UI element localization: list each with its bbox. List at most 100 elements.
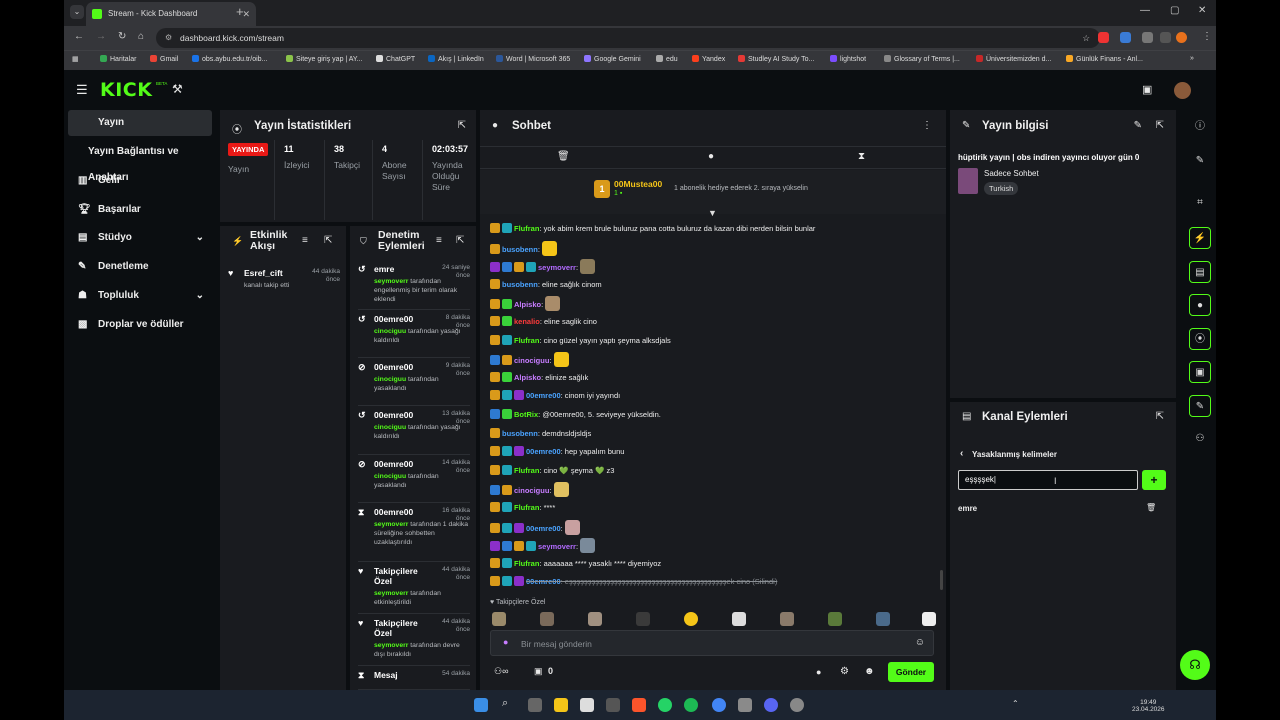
spotify-icon[interactable]: [684, 698, 698, 712]
chrome-icon[interactable]: [712, 698, 726, 712]
chat-message[interactable]: Flufran: ****: [490, 501, 940, 517]
nav-item-achievements[interactable]: 🏆︎ Başarılar: [68, 197, 212, 223]
emote[interactable]: [553, 352, 569, 368]
nav-item-stream-key[interactable]: Yayın Bağlantısı ve Anahtarı: [68, 139, 212, 183]
fullscreen-icon[interactable]: ⌗: [1189, 192, 1211, 214]
chat-message[interactable]: busobenn:: [490, 240, 940, 257]
chat-username[interactable]: Flufran: [514, 336, 539, 345]
add-word-button[interactable]: +: [1142, 470, 1166, 490]
brave-icon[interactable]: [632, 698, 646, 712]
bookmark-item[interactable]: Üniversitemizden d...: [976, 55, 1051, 63]
banned-word-input[interactable]: eşşşşek|: [958, 470, 1138, 490]
bookmark-item[interactable]: Haritalar: [100, 55, 136, 63]
emote[interactable]: [545, 296, 561, 312]
more-bookmarks-icon[interactable]: »: [1190, 55, 1194, 62]
extension-icon[interactable]: [1098, 32, 1109, 43]
emote[interactable]: [684, 612, 698, 626]
emote[interactable]: [553, 482, 569, 498]
emote[interactable]: [828, 612, 842, 626]
bookmark-star-icon[interactable]: ☆: [1082, 28, 1090, 48]
bookmark-folder[interactable]: edu: [656, 55, 678, 63]
info-icon[interactable]: ⓘ: [1189, 116, 1211, 138]
settings-icon[interactable]: ⚙: [840, 666, 849, 677]
community-icon[interactable]: ⚇∞: [494, 666, 508, 677]
browser-tab[interactable]: Stream - Kick Dashboard ✕: [86, 2, 256, 26]
chat-username[interactable]: seymoverr: [538, 263, 576, 272]
chat-message[interactable]: busobenn: demdnsldjsldjs: [490, 427, 940, 443]
bookmark-item[interactable]: lightshot: [830, 55, 866, 63]
chat-username[interactable]: Alpisko: [514, 300, 541, 309]
emote[interactable]: [564, 519, 580, 535]
delete-word-icon[interactable]: 🗑︎: [1146, 503, 1156, 512]
panel-icon[interactable]: ▣: [1189, 361, 1211, 383]
whatsapp-icon[interactable]: [658, 698, 672, 712]
gift-icon[interactable]: ▣: [534, 666, 543, 677]
chat-message[interactable]: Alpisko:: [490, 296, 940, 312]
bookmark-item[interactable]: Yandex: [692, 55, 725, 63]
bookmark-item[interactable]: Günlük Finans - Anl...: [1066, 55, 1143, 63]
chat-username[interactable]: busobenn: [502, 280, 538, 289]
emote[interactable]: [732, 612, 746, 626]
document-icon[interactable]: ▤: [1189, 261, 1211, 283]
tab-search-button[interactable]: ⌄: [70, 5, 84, 19]
nav-item-drops[interactable]: ▩ Droplar ve ödüller: [68, 312, 212, 338]
edit-icon[interactable]: ✎: [1134, 120, 1142, 131]
bookmark-item[interactable]: Akış | LinkedIn: [428, 55, 484, 63]
hammer-icon[interactable]: ⚒: [172, 82, 183, 96]
chat-username[interactable]: 00emre00: [526, 391, 561, 400]
hourglass-icon[interactable]: ⧗: [858, 151, 865, 162]
chat-message[interactable]: 00emre00: eşşşşşşşşşşşşşşşşşşşşşşşşşşşşş…: [490, 575, 940, 591]
trash-icon[interactable]: 🗑︎: [557, 151, 570, 162]
discord-icon[interactable]: [764, 698, 778, 712]
bookmark-item[interactable]: Glossary of Terms |...: [884, 55, 960, 63]
lightning-icon[interactable]: ⚡: [1189, 227, 1211, 249]
popout-icon[interactable]: ⇱: [1156, 411, 1164, 422]
chat-message[interactable]: Flufran: cino güzel yayın yaptı şeyma al…: [490, 334, 940, 350]
user-avatar[interactable]: [1174, 82, 1191, 99]
pinned-user[interactable]: 00Mustea00: [614, 179, 662, 189]
chat-username[interactable]: kenalio: [514, 317, 540, 326]
scroll-down-icon[interactable]: ▼: [708, 208, 717, 218]
file-explorer-icon[interactable]: [554, 698, 568, 712]
mic-icon[interactable]: ●: [503, 637, 508, 647]
hamburger-menu-icon[interactable]: ☰: [76, 82, 88, 98]
broadcast-icon[interactable]: ⦿: [1189, 328, 1211, 350]
kick-logo[interactable]: KICK: [100, 79, 152, 101]
chat-bubble-icon[interactable]: ●: [816, 667, 821, 677]
chat-input[interactable]: ● Bir mesaj gönderin ☺: [490, 630, 934, 656]
nav-item-moderation[interactable]: ✎ Denetleme: [68, 254, 212, 280]
emote[interactable]: [780, 612, 794, 626]
popout-icon[interactable]: ⇱: [324, 235, 332, 246]
popout-icon[interactable]: ⇱: [458, 120, 466, 131]
banned-words-label[interactable]: Yasaklanmış kelimeler: [972, 450, 1057, 459]
chat-message[interactable]: cinociguu:: [490, 352, 940, 368]
category-name[interactable]: Sadece Sohbet: [984, 169, 1039, 178]
chat-menu-icon[interactable]: ⋮: [922, 120, 932, 131]
wrench-icon[interactable]: ✎: [1189, 395, 1211, 417]
chat-username[interactable]: cinociguu: [514, 356, 549, 365]
emote[interactable]: [580, 259, 596, 275]
apps-icon[interactable]: ▦: [72, 55, 79, 63]
stream-preview-icon[interactable]: ▣: [1142, 83, 1152, 96]
maximize-icon[interactable]: ▢: [1170, 5, 1179, 16]
chat-message[interactable]: Flufran: aaaaaaa **** yasaklı **** diyem…: [490, 557, 940, 573]
emote[interactable]: [876, 612, 890, 626]
emote[interactable]: [580, 538, 596, 554]
back-chevron-icon[interactable]: ‹: [960, 448, 963, 459]
filter-icon[interactable]: ≡: [436, 235, 442, 246]
bookmark-item[interactable]: Word | Microsoft 365: [496, 55, 570, 63]
chat-username[interactable]: 00emre00: [526, 447, 561, 456]
chat-username[interactable]: cinociguu: [514, 486, 549, 495]
chat-username[interactable]: seymoverr: [538, 542, 576, 551]
chat-message[interactable]: Flufran: cino 💚 şeyma 💚 z3: [490, 464, 940, 480]
site-info-icon[interactable]: ⚙: [165, 28, 172, 48]
users-icon[interactable]: ☻: [864, 666, 875, 677]
emote[interactable]: [540, 612, 554, 626]
chat-icon[interactable]: ●: [1189, 294, 1211, 316]
chat-username[interactable]: Flufran: [514, 559, 539, 568]
emote[interactable]: [492, 612, 506, 626]
sidebar-icon[interactable]: [1160, 32, 1171, 43]
help-button[interactable]: ☊: [1180, 650, 1210, 680]
nav-item-studio[interactable]: ▤ Stüdyo ⌄: [68, 225, 212, 251]
back-icon[interactable]: ←: [74, 31, 84, 42]
